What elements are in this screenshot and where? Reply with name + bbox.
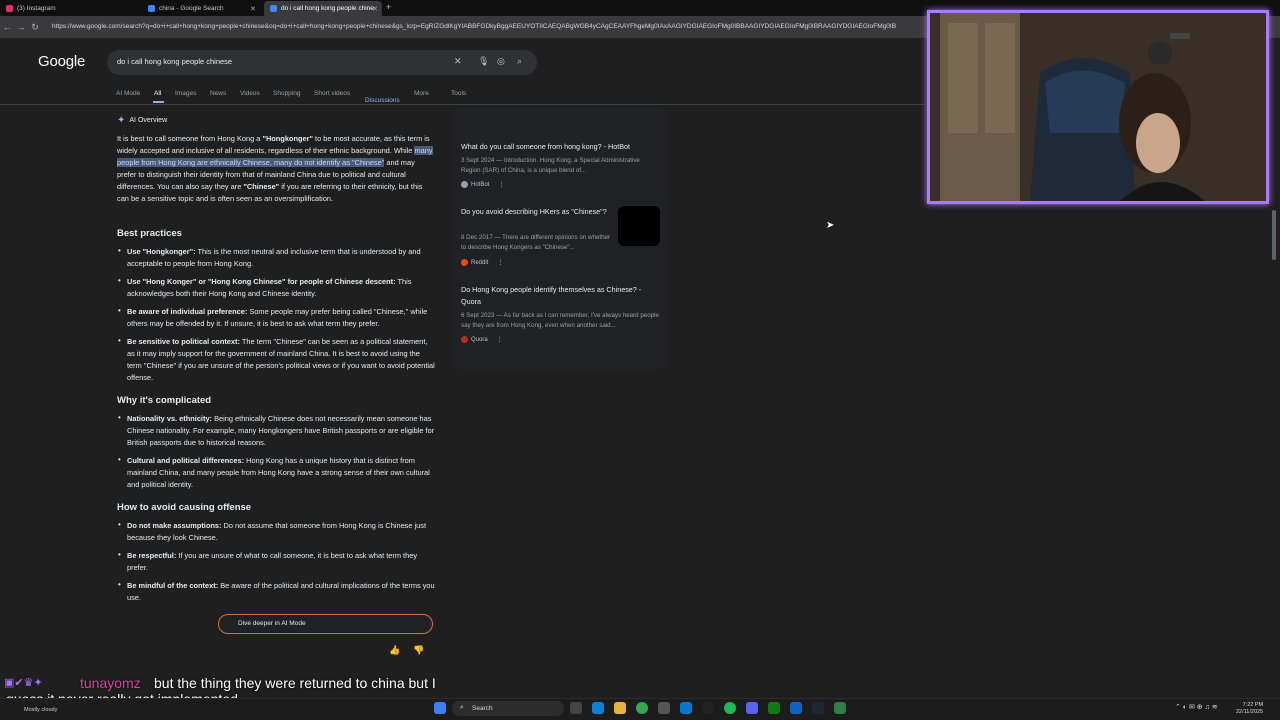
google-logo[interactable]: Google (38, 53, 85, 70)
source-snippet: 6 Sept 2023 — As far back as I can remem… (461, 312, 659, 329)
tab-instagram[interactable]: (3) Instagram (0, 1, 128, 16)
app-icon[interactable] (834, 702, 846, 714)
tab-videos[interactable]: Videos (240, 90, 260, 97)
list-item: Cultural and political differences: Hong… (127, 456, 430, 489)
task-view-icon[interactable] (570, 702, 582, 714)
hotbot-icon (461, 181, 468, 188)
system-tray-icons[interactable]: ⌃ ◐ ✉ ⊕ ♫ ≋ (1175, 703, 1218, 711)
steam-icon[interactable] (812, 702, 824, 714)
ai-overview-intro: It is best to call someone from Hong Kon… (117, 134, 433, 203)
chat-message: but the thing they were returned to chin… (154, 675, 436, 691)
taskbar-search-label: Search (472, 705, 493, 712)
sparkle-icon: ✦ (117, 115, 126, 126)
file-explorer-icon[interactable] (614, 702, 626, 714)
mail-icon[interactable] (680, 702, 692, 714)
tab-more[interactable]: More (414, 90, 429, 97)
app-icon[interactable] (790, 702, 802, 714)
tab-tools[interactable]: Tools (451, 90, 466, 97)
chat-username: tunayomz (80, 675, 141, 691)
tab-shopping[interactable]: Shopping (273, 90, 300, 97)
list-item: Use "Hongkonger": This is the most neutr… (127, 247, 421, 268)
close-tab-icon[interactable]: ✕ (372, 5, 378, 13)
close-tab-icon[interactable]: ✕ (250, 5, 256, 13)
source-site[interactable]: Reddit ⋮ (461, 259, 503, 266)
search-query[interactable]: do i call hong kong people chinese (117, 57, 232, 66)
mouse-cursor: ➤ (826, 220, 835, 231)
chrome-icon[interactable] (636, 702, 648, 714)
tab-china-search[interactable]: china - Google Search ✕ (142, 1, 260, 16)
heading-why-complicated: Why it's complicated (117, 395, 212, 406)
search-icon[interactable]: ⌕ (517, 56, 522, 67)
webcam-feed (930, 13, 1266, 201)
instagram-icon (6, 5, 13, 12)
list-item: Nationality vs. ethnicity: Being ethnica… (127, 414, 435, 447)
source-site[interactable]: Quora ⋮ (461, 336, 503, 343)
webcam-overlay (927, 10, 1269, 204)
google-icon (270, 5, 277, 12)
list-item: Be sensitive to political context: The t… (127, 337, 435, 382)
chat-badges: ▣✔♛✦ (4, 677, 43, 689)
source-title[interactable]: Do you avoid describing HKers as "Chines… (461, 206, 611, 218)
list-item: Be aware of individual preference: Some … (127, 307, 428, 328)
source-snippet: 8 Dec 2017 — There are different opinion… (461, 234, 611, 251)
source-title[interactable]: Do Hong Kong people identify themselves … (461, 284, 661, 308)
heading-best-practices: Best practices (117, 228, 182, 239)
url-field[interactable]: https://www.google.com/search?q=do+i+cal… (52, 19, 932, 35)
tab-current-search[interactable]: do i call hong kong people chine ✕ (264, 1, 382, 16)
tab-news[interactable]: News (210, 90, 226, 97)
store-icon[interactable] (658, 702, 670, 714)
discord-icon[interactable] (746, 702, 758, 714)
source-site[interactable]: HotBot ⋮ (461, 181, 504, 188)
forward-icon[interactable]: → (14, 22, 28, 32)
source-title[interactable]: What do you call someone from hong kong?… (461, 141, 661, 153)
reload-icon[interactable]: ↻ (28, 22, 42, 33)
system-clock[interactable]: 7:22 PM 22/11/2025 (1236, 702, 1263, 716)
reddit-icon (461, 259, 468, 266)
thumbs-up-icon[interactable]: 👍 (389, 645, 400, 656)
list-item: Be mindful of the context: Be aware of t… (127, 581, 435, 602)
app-icon[interactable] (702, 702, 714, 714)
weather-widget[interactable]: Mostly cloudy (24, 707, 57, 713)
copilot-icon[interactable] (592, 702, 604, 714)
taskbar-search[interactable] (452, 701, 564, 716)
list-item: Use "Hong Konger" or "Hong Kong Chinese"… (127, 277, 412, 298)
windows-start-icon[interactable] (434, 702, 446, 714)
scrollbar[interactable] (1272, 210, 1276, 260)
list-item: Be respectful: If you are unsure of what… (127, 551, 418, 572)
tab-images[interactable]: Images (175, 90, 196, 97)
ai-overview-header: ✦ AI Overview (117, 115, 168, 126)
quora-icon (461, 336, 468, 343)
spotify-icon[interactable] (724, 702, 736, 714)
search-icon: ⌕ (460, 704, 464, 711)
microphone-icon[interactable]: 🎙 (478, 56, 489, 67)
dive-deeper-label[interactable]: Dive deeper in AI Mode (238, 620, 306, 627)
thumbs-down-icon[interactable]: 👎 (413, 645, 424, 656)
xbox-icon[interactable] (768, 702, 780, 714)
source-thumbnail[interactable] (618, 206, 660, 246)
tab-all[interactable]: All (154, 90, 161, 97)
header-divider (0, 104, 925, 105)
heading-avoid-offense: How to avoid causing offense (117, 502, 252, 513)
lens-icon[interactable]: ◎ (497, 56, 505, 67)
new-tab-button[interactable]: + (386, 2, 391, 12)
google-icon (148, 5, 155, 12)
active-tab-indicator (153, 101, 164, 103)
tab-short-videos[interactable]: Short videos (314, 90, 350, 97)
clear-icon[interactable]: ✕ (454, 56, 462, 67)
list-item: Do not make assumptions: Do not assume t… (127, 521, 427, 542)
source-snippet: 3 Sept 2024 — Introduction. Hong Kong, a… (461, 157, 640, 174)
tab-discussions[interactable]: Discussions (365, 97, 400, 104)
back-icon[interactable]: ← (0, 22, 14, 32)
tab-ai-mode[interactable]: AI Mode (116, 90, 140, 97)
